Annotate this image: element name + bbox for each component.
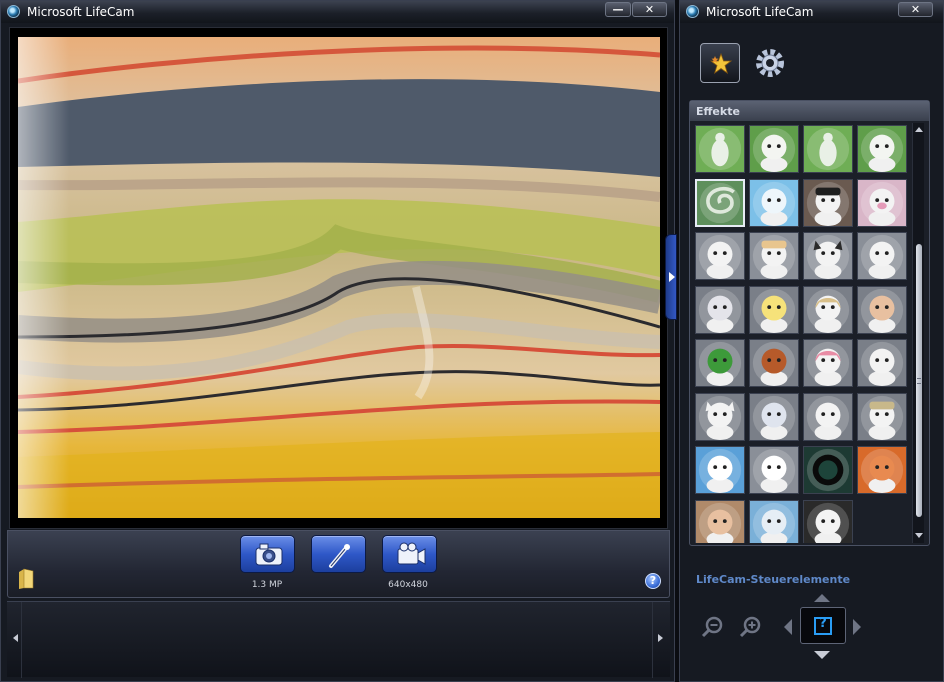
- effects-grid: [695, 125, 911, 543]
- close-button[interactable]: ✕: [632, 2, 667, 17]
- magic-wand-icon: [329, 544, 350, 568]
- effect-thumbnail[interactable]: [803, 232, 853, 280]
- pan-up-icon[interactable]: [814, 594, 830, 602]
- main-window: Microsoft LifeCam — ✕ 1.3 MP 640x480 ?: [0, 0, 677, 682]
- live-video-feed: [18, 37, 660, 518]
- window-title: Microsoft LifeCam: [27, 5, 135, 19]
- effect-thumbnail[interactable]: [695, 285, 745, 334]
- pan-left-icon[interactable]: [784, 619, 792, 635]
- effect-thumbnail[interactable]: [749, 178, 799, 227]
- effect-thumbnail[interactable]: [857, 178, 907, 227]
- capture-toolbar: 1.3 MP 640x480 ?: [7, 530, 670, 598]
- effect-thumbnail[interactable]: [749, 499, 799, 543]
- effects-panel: Effekte: [689, 100, 930, 546]
- gallery-divider: [652, 602, 653, 678]
- effect-thumbnail[interactable]: [803, 499, 853, 543]
- effect-thumbnail[interactable]: [749, 392, 799, 441]
- effect-thumbnail[interactable]: [749, 125, 799, 173]
- effect-thumbnail[interactable]: [695, 339, 745, 387]
- effect-thumbnail[interactable]: [749, 339, 799, 387]
- effect-thumbnail[interactable]: [803, 446, 853, 494]
- effect-thumbnail[interactable]: [803, 285, 853, 334]
- side-title-bar[interactable]: Microsoft LifeCam ✕: [680, 1, 943, 23]
- settings-mode-button[interactable]: [750, 43, 790, 83]
- effect-thumbnail[interactable]: [749, 285, 799, 334]
- effect-thumbnail[interactable]: [749, 232, 799, 280]
- scroll-down-icon[interactable]: [915, 533, 923, 538]
- effects-header: Effekte: [690, 101, 929, 121]
- face-tracking-button[interactable]: ?: [800, 607, 846, 644]
- effects-side-window: Microsoft LifeCam ✕ Effekte LifeCam-Steu…: [679, 0, 944, 682]
- effect-thumbnail[interactable]: [857, 339, 907, 387]
- effect-thumbnail[interactable]: [857, 285, 907, 334]
- photo-resolution-label: 1.3 MP: [251, 580, 283, 590]
- effect-thumbnail[interactable]: [695, 178, 745, 227]
- effect-thumbnail[interactable]: [695, 125, 745, 173]
- media-gallery-strip: [7, 601, 670, 678]
- record-video-button[interactable]: [382, 535, 437, 573]
- gallery-scroll-left-icon[interactable]: [13, 634, 18, 642]
- panel-toggle-tab[interactable]: [665, 234, 677, 320]
- effects-star-icon: [709, 52, 733, 75]
- pan-right-icon[interactable]: [853, 619, 861, 635]
- take-photo-button[interactable]: [240, 535, 295, 573]
- effect-thumbnail[interactable]: [749, 446, 799, 494]
- face-tracking-glyph: ?: [819, 616, 827, 631]
- gallery-divider: [21, 602, 22, 678]
- video-camera-icon: [397, 542, 426, 565]
- effects-scrollbar[interactable]: [912, 123, 924, 543]
- effect-thumbnail[interactable]: [857, 125, 907, 173]
- zoom-out-icon[interactable]: [700, 615, 724, 639]
- zoom-in-icon[interactable]: [738, 615, 762, 639]
- video-resolution-label: 640x480: [388, 580, 428, 590]
- arrow-right-icon: [669, 272, 675, 282]
- effects-mode-button[interactable]: [700, 43, 740, 83]
- gallery-scroll-right-icon[interactable]: [658, 634, 663, 642]
- effect-thumbnail[interactable]: [803, 178, 853, 227]
- effect-thumbnail[interactable]: [695, 499, 745, 543]
- lifecam-app-icon: [7, 5, 20, 18]
- scroll-up-icon[interactable]: [915, 127, 923, 132]
- gear-icon: [756, 49, 784, 77]
- effects-button[interactable]: [311, 535, 366, 573]
- scrollbar-thumb[interactable]: [916, 244, 922, 517]
- minimize-button[interactable]: —: [605, 2, 631, 17]
- effect-thumbnail[interactable]: [695, 392, 745, 441]
- controls-title: LifeCam-Steuerelemente: [696, 573, 851, 586]
- grip-icon: [917, 378, 921, 384]
- effect-thumbnail[interactable]: [803, 339, 853, 387]
- title-bar[interactable]: Microsoft LifeCam — ✕: [1, 1, 674, 23]
- lifecam-app-icon: [686, 5, 699, 18]
- effect-thumbnail[interactable]: [803, 392, 853, 441]
- pan-down-icon[interactable]: [814, 651, 830, 659]
- effect-thumbnail[interactable]: [857, 446, 907, 494]
- camera-viewport: [9, 27, 668, 529]
- camera-icon: [255, 543, 283, 566]
- effect-thumbnail[interactable]: [857, 392, 907, 441]
- effect-thumbnail[interactable]: [803, 125, 853, 173]
- effect-thumbnail[interactable]: [857, 232, 907, 280]
- effect-thumbnail[interactable]: [695, 232, 745, 280]
- help-icon[interactable]: ?: [645, 573, 661, 589]
- side-window-title: Microsoft LifeCam: [706, 5, 814, 19]
- folder-icon[interactable]: [18, 568, 34, 590]
- side-close-button[interactable]: ✕: [898, 2, 933, 17]
- effect-thumbnail[interactable]: [695, 446, 745, 494]
